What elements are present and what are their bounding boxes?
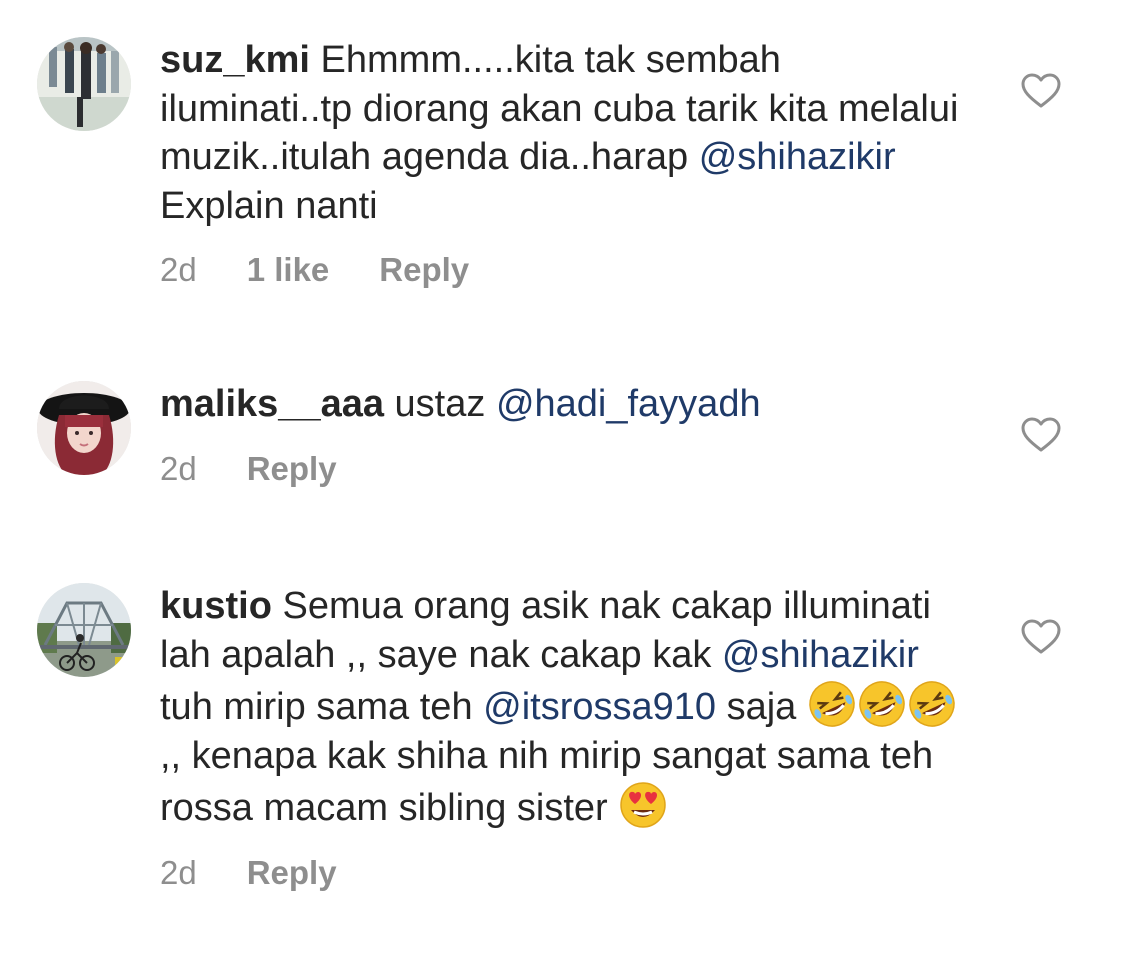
comment-body: saja [716,686,807,728]
comment-likes-count[interactable]: 1 like [247,250,330,290]
rofl-emoji-icon [809,681,855,727]
avatar[interactable] [37,381,131,475]
avatar[interactable] [37,583,131,677]
comment-body: ustaz [394,383,496,425]
reply-button[interactable]: Reply [247,449,337,489]
comment-timestamp[interactable]: 2d [160,449,197,489]
comment-body: Explain nanti [160,184,378,227]
mention-link[interactable]: @shihazikir [699,136,896,178]
mention-link[interactable]: @shihazikir [722,634,919,676]
heart-outline-icon[interactable] [1021,73,1061,109]
comment-meta: 2d 1 like Reply [160,250,960,290]
comment-timestamp[interactable]: 2d [160,250,197,290]
comment-text: kustio Semua orang asik nak cakap illumi… [160,582,960,833]
comment-meta: 2d Reply [160,449,960,489]
rofl-emoji-icon [909,681,955,727]
comment-text: suz_kmi Ehmmm.....kita tak sembah ilumin… [160,36,960,230]
avatar[interactable] [37,37,131,131]
comment-text: maliks__aaa ustaz @hadi_fayyadh [160,380,960,429]
heart-outline-icon[interactable] [1021,619,1061,655]
comment-timestamp[interactable]: 2d [160,853,197,893]
user-avatar-group-photo-icon [37,37,131,131]
user-avatar-bridge-bicycle-icon [37,583,131,677]
mention-link[interactable]: @itsrossa910 [483,686,716,728]
mention-link[interactable]: @hadi_fayyadh [496,383,761,425]
comment-body: ,, kenapa kak shiha nih mirip sangat sam… [160,734,934,830]
comment-username[interactable]: kustio [160,585,272,627]
reply-button[interactable]: Reply [247,853,337,893]
comment-username[interactable]: maliks__aaa [160,383,384,425]
comment-body: tuh mirip sama teh [160,686,484,728]
rofl-emoji-icon [859,681,905,727]
user-avatar-hat-portrait-icon [37,381,131,475]
heart-eyes-emoji-icon [620,782,666,828]
reply-button[interactable]: Reply [379,250,469,290]
comment-meta: 2d Reply [160,853,960,893]
heart-outline-icon[interactable] [1021,417,1061,453]
comment-username[interactable]: suz_kmi [160,39,310,81]
